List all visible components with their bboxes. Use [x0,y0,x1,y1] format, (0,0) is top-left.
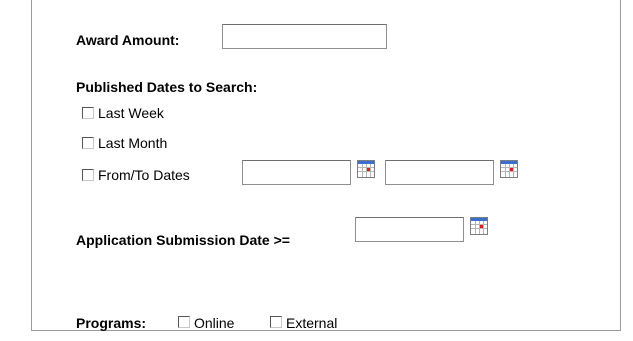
last-week-label: Last Week [98,105,164,121]
to-date-input[interactable] [385,160,494,185]
from-to-dates-label: From/To Dates [98,167,190,183]
search-form-panel: Award Amount: Published Dates to Search:… [31,0,621,331]
last-month-checkbox[interactable] [82,137,94,149]
last-month-label: Last Month [98,135,168,151]
external-label: External [286,315,338,331]
award-amount-label: Award Amount: [76,32,180,48]
last-week-checkbox[interactable] [82,107,94,119]
online-label: Online [194,315,235,331]
online-checkbox[interactable] [178,316,190,328]
application-date-calendar-icon[interactable] [470,217,488,235]
from-to-dates-checkbox[interactable] [82,169,94,181]
from-date-calendar-icon[interactable] [357,160,375,178]
programs-label: Programs: [76,315,147,331]
application-submission-date-label: Application Submission Date >= [76,232,290,248]
external-checkbox[interactable] [270,316,282,328]
application-submission-date-input[interactable] [355,217,464,242]
from-date-input[interactable] [242,160,351,185]
published-dates-heading: Published Dates to Search: [76,79,258,95]
to-date-calendar-icon[interactable] [500,160,518,178]
award-amount-input[interactable] [222,24,387,49]
